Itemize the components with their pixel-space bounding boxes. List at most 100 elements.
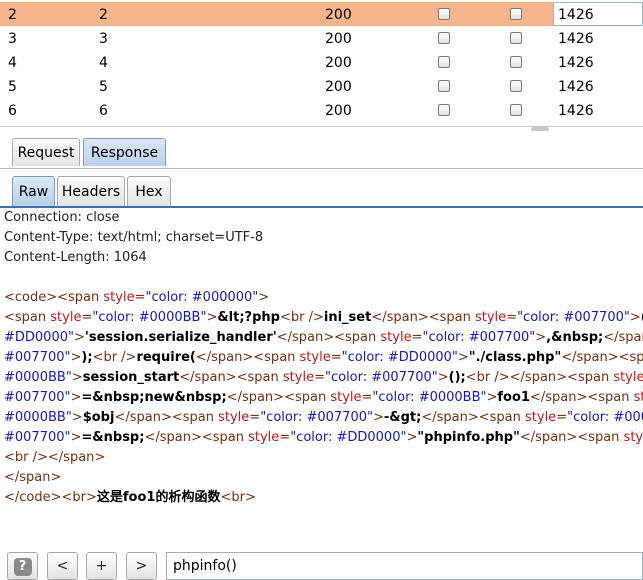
code-token: $obj — [82, 410, 115, 425]
help-button[interactable]: ? — [7, 552, 38, 580]
code-token: </span><span — [603, 330, 643, 345]
timeout-checkbox[interactable] — [510, 56, 522, 68]
code-token: 'session.serialize_handler' — [84, 330, 277, 345]
results-table: 2 2 200 1426 3 3 200 1426 4 4 200 1426 5 5 200 1426 6 6 20… — [0, 0, 643, 127]
code-token: "color: #007700" — [422, 330, 536, 345]
code-token: <br /></span><span — [465, 370, 614, 385]
code-token: > — [457, 350, 469, 365]
code-token: "color: #0000BB" — [372, 390, 487, 405]
request-number-cell: 4 — [8, 55, 17, 71]
code-token: </span><span — [144, 430, 249, 445]
code-token: #0000BB" — [4, 410, 72, 425]
search-input[interactable]: phpinfo() — [166, 552, 643, 580]
table-row[interactable]: 4 4 200 1426 — [0, 50, 643, 74]
length-cell: 1426 — [558, 103, 594, 119]
code-token: "color: #007700" — [517, 310, 630, 325]
table-row[interactable]: 3 3 200 1426 — [0, 26, 643, 50]
code-token: > — [70, 390, 82, 405]
code-token: #0000BB" — [4, 370, 72, 385]
add-button[interactable]: + — [86, 552, 117, 580]
code-token: > — [258, 290, 270, 305]
tab-raw[interactable]: Raw — [12, 176, 55, 206]
code-token: </span><span — [195, 350, 300, 365]
code-token: <code><span — [4, 290, 104, 305]
error-checkbox[interactable] — [438, 32, 450, 44]
error-checkbox[interactable] — [438, 8, 450, 20]
code-token: style — [623, 430, 643, 445]
code-token: </span><span — [226, 390, 331, 405]
status-cell: 200 — [325, 31, 352, 47]
table-row[interactable]: 2 2 200 1426 — [0, 2, 643, 26]
code-token: "color: #DD0000" — [341, 350, 458, 365]
code-token: "color: #007700" — [260, 410, 373, 425]
length-cell: 1426 — [558, 79, 594, 95]
code-token: #007700" — [4, 390, 71, 405]
view-tabs: Raw Headers Hex — [0, 174, 643, 208]
code-token: "./class.php" — [468, 350, 562, 365]
tab-request[interactable]: Request — [12, 138, 80, 166]
code-token: <span — [4, 310, 51, 325]
code-token: =&nbsp;new&nbsp; — [81, 390, 227, 405]
payload-cell: 6 — [99, 103, 108, 119]
error-checkbox[interactable] — [438, 80, 450, 92]
code-token: > — [486, 390, 498, 405]
header-line: Content-Length: 1064 — [4, 250, 147, 265]
code-line: #0000BB">$obj</span><span style="color: … — [4, 408, 643, 428]
timeout-checkbox[interactable] — [510, 32, 522, 44]
code-token: > — [372, 410, 384, 425]
search-bar: ? < + > phpinfo() — [0, 545, 643, 580]
code-line: #007700">=&nbsp;new&nbsp;</span><span st… — [4, 388, 643, 408]
message-tabs: Request Response — [0, 134, 643, 169]
code-token: = — [249, 410, 261, 425]
code-token: style — [282, 370, 315, 385]
code-token: session_start — [82, 370, 180, 385]
code-token: </span><span — [519, 430, 624, 445]
timeout-checkbox[interactable] — [510, 8, 522, 20]
code-token: style — [50, 310, 82, 325]
code-token: style — [380, 330, 412, 345]
code-token: style — [103, 290, 135, 305]
payload-cell: 4 — [99, 55, 108, 71]
code-token: "color: #DD0000" — [290, 430, 407, 445]
length-cell: 1426 — [558, 31, 594, 47]
table-row[interactable]: 5 5 200 1426 — [0, 74, 643, 98]
code-token: "color: #000000" — [145, 290, 259, 305]
code-token: = — [361, 390, 373, 405]
tab-response[interactable]: Response — [83, 138, 166, 166]
request-number-cell: 2 — [8, 7, 17, 23]
tab-headers[interactable]: Headers — [57, 176, 125, 206]
error-checkbox[interactable] — [438, 104, 450, 116]
request-number-cell: 6 — [8, 103, 17, 119]
header-line: Content-Type: text/html; charset=UTF-8 — [4, 230, 264, 245]
code-token: </span><span — [179, 370, 283, 385]
code-token: > — [535, 330, 547, 345]
help-icon: ? — [13, 558, 32, 576]
code-token: > — [629, 310, 641, 325]
scrollbar-thumb[interactable] — [531, 127, 549, 131]
previous-match-button[interactable]: < — [47, 552, 78, 580]
code-token: style — [299, 350, 331, 365]
next-match-button[interactable]: > — [126, 552, 157, 580]
table-row[interactable]: 6 6 200 1426 — [0, 98, 643, 122]
code-token: > — [73, 330, 85, 345]
response-body[interactable]: Connection: close Content-Type: text/htm… — [0, 208, 643, 544]
error-checkbox[interactable] — [438, 56, 450, 68]
code-token: style — [525, 410, 557, 425]
code-token: ,&nbsp; — [546, 330, 604, 345]
code-token: > — [406, 430, 418, 445]
code-token: </span> — [4, 470, 62, 485]
code-token: </code><br> — [4, 490, 97, 505]
code-token: > — [437, 370, 449, 385]
request-number-cell: 5 — [8, 79, 17, 95]
status-cell: 200 — [325, 103, 352, 119]
code-token: ini_set — [323, 310, 372, 325]
code-token: <br /> — [279, 310, 324, 325]
code-token: require( — [136, 350, 196, 365]
code-token: </span><span — [371, 310, 475, 325]
code-token: #DD0000" — [4, 330, 74, 345]
code-line: #007700">=&nbsp;</span><span style="colo… — [4, 428, 643, 448]
length-cell: 1426 — [558, 7, 594, 23]
tab-hex[interactable]: Hex — [127, 176, 171, 206]
timeout-checkbox[interactable] — [510, 104, 522, 116]
timeout-checkbox[interactable] — [510, 80, 522, 92]
